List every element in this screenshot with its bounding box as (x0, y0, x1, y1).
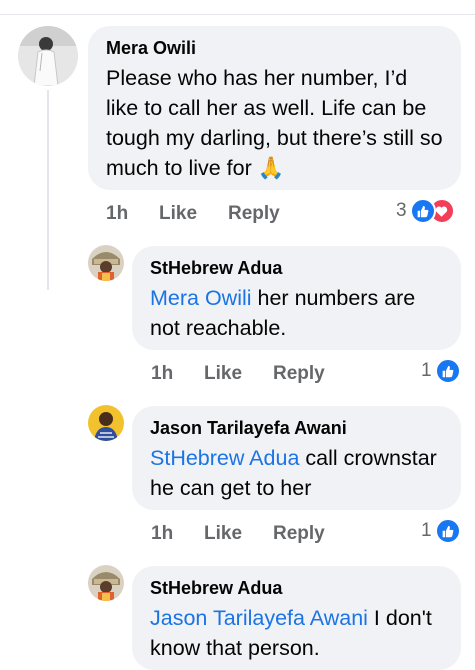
comment-actions: 1h Like Reply (0, 523, 475, 547)
reaction-count: 3 (396, 200, 407, 221)
like-reaction-icon (409, 198, 436, 224)
comment-bubble: StHebrew Adua Jason Tarilayefa Awani I d… (132, 566, 461, 670)
reaction-summary[interactable]: 1 (421, 358, 461, 384)
avatar[interactable] (88, 405, 124, 441)
comment-time[interactable]: 1h (106, 203, 128, 225)
like-reaction-icon (434, 518, 461, 544)
avatar[interactable] (18, 26, 78, 86)
like-button[interactable]: Like (204, 363, 242, 385)
comment-time[interactable]: 1h (151, 363, 173, 385)
avatar[interactable] (88, 565, 124, 601)
comment-author[interactable]: Jason Tarilayefa Awani (150, 417, 443, 439)
comment-author[interactable]: StHebrew Adua (150, 257, 443, 279)
comment-bubble: StHebrew Adua Mera Owili her numbers are… (132, 246, 461, 350)
comment-text: StHebrew Adua call crownstar he can get … (150, 443, 443, 503)
comment-actions: 1h Like Reply (0, 363, 475, 387)
mention-link[interactable]: Jason Tarilayefa Awani (150, 606, 368, 630)
reply-button[interactable]: Reply (273, 363, 325, 385)
comment-author[interactable]: Mera Owili (106, 37, 443, 59)
comment-author[interactable]: StHebrew Adua (150, 577, 443, 599)
reply-button[interactable]: Reply (273, 523, 325, 545)
mention-link[interactable]: Mera Owili (150, 286, 252, 310)
comment-time[interactable]: 1h (151, 523, 173, 545)
avatar-photo (88, 245, 124, 281)
avatar-photo (88, 405, 124, 441)
reaction-summary[interactable]: 1 (421, 518, 461, 544)
mention-link[interactable]: StHebrew Adua (150, 446, 299, 470)
comment-bubble: Jason Tarilayefa Awani StHebrew Adua cal… (132, 406, 461, 510)
thread-line (47, 90, 49, 290)
avatar-photo (88, 565, 124, 601)
like-reaction-icon (434, 358, 461, 384)
comment-text: Mera Owili her numbers are not reachable… (150, 283, 443, 343)
like-button[interactable]: Like (159, 203, 197, 225)
top-divider (0, 14, 475, 15)
comment-bubble: Mera Owili Please who has her number, I’… (88, 26, 461, 190)
like-button[interactable]: Like (204, 523, 242, 545)
comment-text: Jason Tarilayefa Awani I don't know that… (150, 603, 443, 663)
reply-button[interactable]: Reply (228, 203, 280, 225)
avatar[interactable] (88, 245, 124, 281)
reaction-count: 1 (421, 360, 432, 381)
reaction-summary[interactable]: 3 (396, 198, 455, 224)
comment-text: Please who has her number, I’d like to c… (106, 66, 443, 180)
reaction-count: 1 (421, 520, 432, 541)
avatar-photo (18, 26, 78, 86)
